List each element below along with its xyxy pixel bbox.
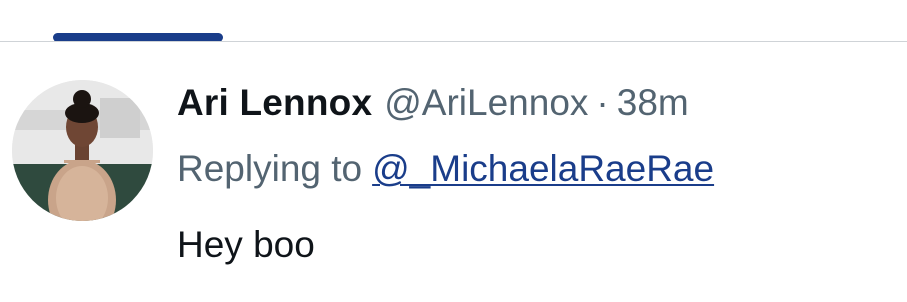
avatar-image — [12, 80, 153, 221]
tab-divider — [0, 41, 907, 42]
tweet-header: Ari Lennox @AriLennox · 38m — [177, 82, 689, 126]
display-name[interactable]: Ari Lennox — [177, 82, 372, 124]
tab-bar — [0, 0, 907, 44]
avatar[interactable] — [12, 80, 153, 221]
timestamp[interactable]: 38m — [617, 82, 689, 124]
tweet[interactable]: Ari Lennox @AriLennox · 38m Replying to @… — [0, 44, 907, 302]
replying-to-label: Replying to — [177, 148, 363, 189]
separator-dot: · — [596, 82, 609, 123]
tweet-text: Hey boo — [177, 224, 315, 265]
replying-to: Replying to @_MichaelaRaeRae — [177, 148, 714, 190]
user-handle[interactable]: @AriLennox — [384, 82, 588, 124]
replying-to-link[interactable]: @_MichaelaRaeRae — [372, 148, 714, 189]
